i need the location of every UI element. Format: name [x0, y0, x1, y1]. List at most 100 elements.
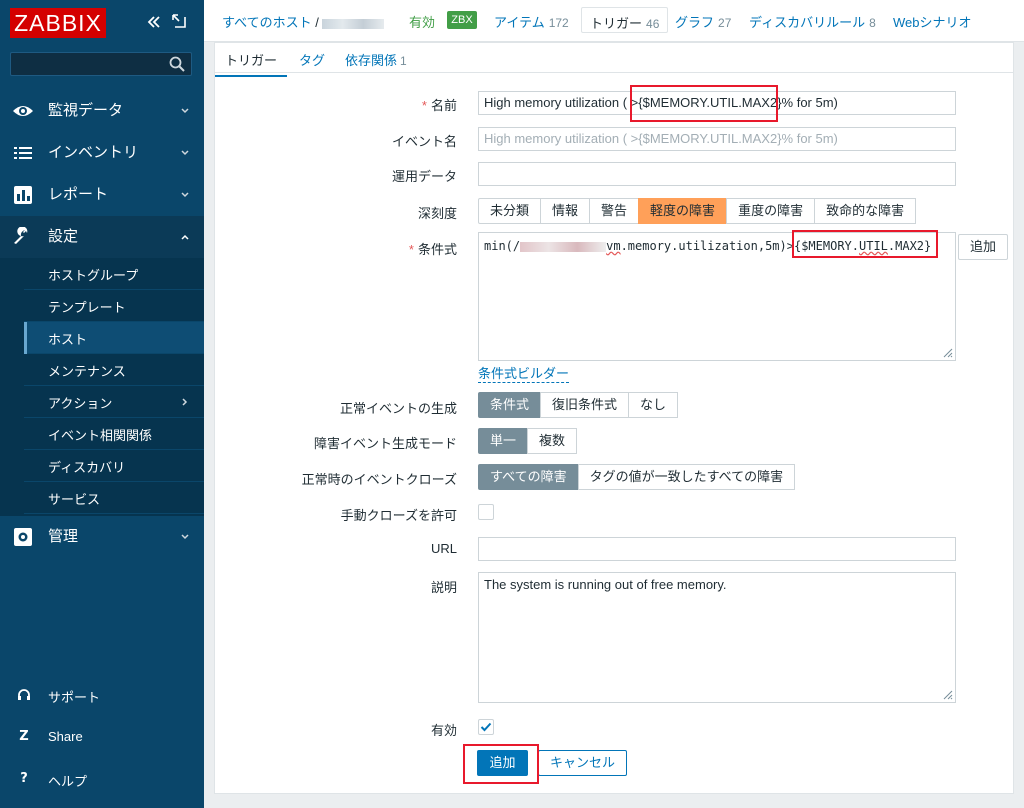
- add-trigger-button[interactable]: 追加: [477, 750, 528, 776]
- expression-label: * 条件式: [409, 239, 457, 258]
- zabbix-share-icon: Z: [19, 729, 29, 744]
- discovery-rules-link[interactable]: ディスカバリルール 8: [749, 12, 876, 31]
- submenu-label: テンプレート: [48, 300, 126, 315]
- ok-event-generation-label: 正常イベントの生成: [339, 401, 457, 416]
- nav-monitoring[interactable]: 監視データ: [0, 90, 204, 132]
- discovery-label: ディスカバリルール: [749, 15, 866, 30]
- collapse-sidebar-icon[interactable]: [144, 12, 164, 32]
- submenu-label: ホスト: [48, 332, 88, 347]
- tab-dependencies[interactable]: 依存関係 1: [345, 50, 407, 69]
- chevron-down-icon: [180, 147, 190, 157]
- bar-chart-icon: [12, 185, 34, 205]
- search-input[interactable]: [11, 53, 161, 75]
- description-textarea[interactable]: The system is running out of free memory…: [478, 572, 956, 703]
- wrench-icon: [12, 226, 34, 247]
- severity-high[interactable]: 重度の障害: [726, 198, 816, 224]
- checkmark-icon: [480, 722, 492, 732]
- nav-reports[interactable]: レポート: [0, 174, 204, 216]
- search-box: [10, 52, 192, 76]
- submenu-host-groups[interactable]: ホストグループ: [24, 258, 204, 290]
- required-mark: *: [421, 98, 427, 113]
- severity-average[interactable]: 軽度の障害: [638, 198, 728, 224]
- gear-icon: [12, 527, 34, 547]
- submenu-discovery[interactable]: ディスカバリ: [24, 450, 204, 482]
- graphs-label: グラフ: [675, 15, 715, 30]
- nav-monitoring-label: 監視データ: [48, 102, 124, 119]
- sidebar: ZABBIX 監視データ インベントリ レポート 設定 ホストグループ テンプレ…: [0, 0, 204, 808]
- problem-mode-single[interactable]: 単一: [478, 428, 529, 454]
- cancel-button[interactable]: キャンセル: [538, 750, 627, 776]
- severity-information[interactable]: 情報: [540, 198, 591, 224]
- headset-icon: [16, 687, 32, 703]
- expression-macro-b: UTIL: [859, 239, 888, 253]
- add-expression-button[interactable]: 追加: [958, 234, 1008, 260]
- expression-macro-c: .MAX2}: [887, 239, 932, 253]
- ok-close-tag-match[interactable]: タグの値が一致したすべての障害: [577, 464, 796, 490]
- web-scenarios-link[interactable]: Webシナリオ: [893, 12, 972, 31]
- footer-support-label: サポート: [48, 690, 101, 705]
- nav-administration-label: 管理: [48, 528, 79, 545]
- severity-not-classified[interactable]: 未分類: [478, 198, 542, 224]
- kiosk-mode-icon[interactable]: [171, 13, 187, 29]
- nav-administration[interactable]: 管理: [0, 516, 204, 558]
- nav-configuration[interactable]: 設定: [0, 216, 204, 258]
- resize-grip-icon[interactable]: [941, 688, 953, 700]
- expression-key-prefix: vm: [606, 239, 621, 253]
- operational-data-label: 運用データ: [391, 169, 457, 184]
- submenu-label: ディスカバリ: [48, 460, 126, 475]
- ok-event-none[interactable]: なし: [628, 392, 679, 418]
- graphs-count: 27: [718, 16, 732, 30]
- manual-close-checkbox[interactable]: [478, 504, 494, 520]
- host-navigation-bar: すべてのホスト / 有効 ZBX アイテム 172 トリガー 46 グラフ 27 ディ…: [204, 0, 1024, 42]
- trigger-form-panel: トリガー タグ 依存関係 1 * 名前 High memory utilizatio…: [214, 42, 1014, 794]
- ok-event-generation-selector: 条件式 復旧条件式 なし: [478, 392, 679, 418]
- submenu-maintenance[interactable]: メンテナンス: [24, 354, 204, 386]
- help-icon: ?: [20, 771, 28, 786]
- all-hosts-link[interactable]: すべてのホスト: [222, 15, 312, 30]
- manual-close-label: 手動クローズを許可: [340, 508, 457, 523]
- ok-event-expression[interactable]: 条件式: [478, 392, 542, 418]
- expression-text: min(/ vm.memory.utilization,5m)>{$MEMORY.…: [484, 239, 931, 253]
- problem-mode-multiple[interactable]: 複数: [527, 428, 578, 454]
- required-mark: *: [408, 242, 414, 257]
- url-input[interactable]: [478, 537, 956, 561]
- tab-tags[interactable]: タグ: [299, 50, 325, 69]
- tab-trigger[interactable]: トリガー: [215, 50, 288, 77]
- submenu-services[interactable]: サービス: [24, 482, 204, 514]
- footer-share[interactable]: Z Share: [0, 720, 204, 756]
- triggers-link[interactable]: トリガー 46: [581, 7, 669, 33]
- severity-warning[interactable]: 警告: [589, 198, 640, 224]
- expression-builder-link[interactable]: 条件式ビルダー: [478, 363, 570, 383]
- submenu-templates[interactable]: テンプレート: [24, 290, 204, 322]
- submenu-label: メンテナンス: [48, 364, 126, 379]
- zabbix-logo[interactable]: ZABBIX: [10, 8, 106, 38]
- severity-disaster[interactable]: 致命的な障害: [814, 198, 917, 224]
- footer-help[interactable]: ? ヘルプ: [0, 762, 204, 798]
- event-name-input[interactable]: High memory utilization ( >{$MEMORY.UTIL…: [478, 127, 956, 151]
- items-link[interactable]: アイテム 172: [494, 12, 569, 31]
- ok-close-all-problems[interactable]: すべての障害: [478, 464, 579, 490]
- enabled-label: 有効: [430, 723, 457, 738]
- graphs-link[interactable]: グラフ 27: [675, 12, 731, 31]
- submenu-hosts[interactable]: ホスト: [24, 322, 204, 354]
- resize-grip-icon[interactable]: [941, 346, 953, 358]
- severity-selector: 未分類 情報 警告 軽度の障害 重度の障害 致命的な障害: [478, 198, 917, 224]
- search-icon[interactable]: [169, 56, 185, 72]
- footer-support[interactable]: サポート: [0, 678, 204, 714]
- submenu-label: イベント相関関係: [48, 428, 153, 443]
- operational-data-input[interactable]: [478, 162, 956, 186]
- description-label: 説明: [430, 580, 457, 595]
- ok-event-recovery-expression[interactable]: 復旧条件式: [540, 392, 630, 418]
- enabled-checkbox[interactable]: [478, 719, 494, 735]
- triggers-count: 46: [646, 17, 660, 31]
- submenu-actions[interactable]: アクション: [24, 386, 204, 418]
- expression-prefix: min(/: [484, 239, 521, 253]
- name-input[interactable]: High memory utilization ( >{$MEMORY.UTIL…: [478, 91, 956, 115]
- chevron-up-icon: [180, 231, 190, 241]
- nav-inventory[interactable]: インベントリ: [0, 132, 204, 174]
- severity-label: 深刻度: [417, 206, 457, 221]
- host-name-redacted[interactable]: [322, 18, 385, 29]
- submenu-event-correlation[interactable]: イベント相関関係: [24, 418, 204, 450]
- discovery-count: 8: [869, 16, 876, 30]
- expression-textarea[interactable]: min(/ vm.memory.utilization,5m)>{$MEMORY.…: [478, 232, 956, 361]
